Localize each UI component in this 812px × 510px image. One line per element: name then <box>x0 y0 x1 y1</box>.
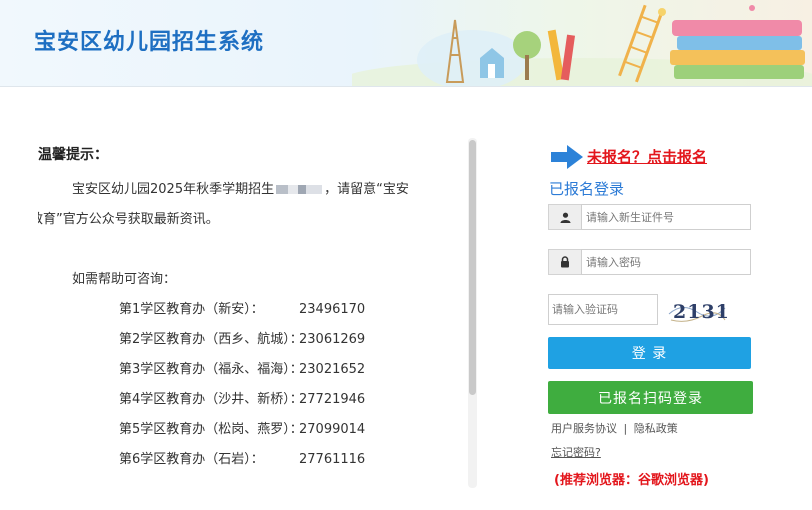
contact-row: 第2学区教育办（西乡、航城）：23061269 <box>119 328 365 347</box>
notice-line-1: 宝安区幼儿园2025年秋季学期招生 ，请留意“宝安 <box>72 178 409 197</box>
scrollbar-thumb[interactable] <box>469 140 476 395</box>
header-decoration-illustration <box>352 4 812 86</box>
id-number-field <box>548 204 751 230</box>
contact-row: 第6学区教育办（石岩）： 27761116 <box>119 448 365 467</box>
notice-title: 温馨提示： <box>38 147 108 163</box>
notice-scrollbar[interactable] <box>468 138 477 488</box>
contact-office: 第3学区教育办（福永、福海）： <box>119 362 303 377</box>
contact-office: 第2学区教育办（西乡、航城）： <box>119 332 303 347</box>
help-heading: 如需帮助可咨询： <box>72 272 177 287</box>
contact-phone: 23496170 <box>299 302 366 317</box>
contact-office: 第6学区教育办（石岩）： <box>119 452 264 467</box>
notice-panel: 温馨提示： 宝安区幼儿园2025年秋季学期招生 ，请留意“宝安 教育”官方公众号获… <box>38 138 458 488</box>
captcha-image[interactable]: 2131 <box>667 294 727 328</box>
user-icon <box>548 204 581 230</box>
browser-recommendation: (推荐浏览器：谷歌浏览器) <box>554 473 709 488</box>
user-agreement-link[interactable]: 用户服务协议 <box>551 422 617 435</box>
notice-line-1-text: 宝安区幼儿园2025年秋季学期招生 <box>72 182 275 197</box>
contact-phone: 23061269 <box>299 332 366 347</box>
password-input[interactable] <box>581 249 751 275</box>
privacy-policy-link[interactable]: 隐私政策 <box>634 422 678 435</box>
page-header: 宝安区幼儿园招生系统 <box>0 0 812 87</box>
captcha-input[interactable] <box>548 294 658 325</box>
password-field <box>548 249 751 275</box>
contact-row: 第3学区教育办（福永、福海）：23021652 <box>119 358 365 377</box>
login-title: 已报名登录 <box>549 180 625 198</box>
contact-phone: 27761116 <box>299 452 366 467</box>
site-title: 宝安区幼儿园招生系统 <box>34 30 265 55</box>
contact-phone: 27099014 <box>299 422 366 437</box>
link-separator: | <box>623 422 628 435</box>
contact-row: 第5学区教育办（松岗、燕罗）：27099014 <box>119 418 365 437</box>
register-link-text[interactable]: 未报名？点击报名 <box>587 146 707 167</box>
contact-row: 第1学区教育办（新安）： 23496170 <box>119 298 365 317</box>
notice-line-1-text-end: ，请留意“宝安 <box>324 182 409 197</box>
login-button[interactable]: 登 录 <box>548 337 751 369</box>
contact-office: 第5学区教育办（松岗、燕罗）： <box>119 422 303 437</box>
scan-login-button[interactable]: 已报名扫码登录 <box>548 381 753 414</box>
contact-phone: 27721946 <box>299 392 366 407</box>
redacted-text <box>276 185 323 194</box>
agreement-links: 用户服务协议 | 隐私政策 <box>551 420 678 436</box>
captcha-text: 2131 <box>673 301 727 323</box>
notice-line-2: 教育”官方公众号获取最新资讯。 <box>38 212 219 227</box>
lock-icon <box>548 249 581 275</box>
contact-row: 第4学区教育办（沙井、新桥）：27721946 <box>119 388 365 407</box>
contact-office: 第4学区教育办（沙井、新桥）： <box>119 392 303 407</box>
contact-office: 第1学区教育办（新安）： <box>119 302 264 317</box>
contact-phone: 23021652 <box>299 362 366 377</box>
id-number-input[interactable] <box>581 204 751 230</box>
forgot-password-link[interactable]: 忘记密码? <box>551 444 601 460</box>
arrow-right-icon <box>551 145 583 169</box>
